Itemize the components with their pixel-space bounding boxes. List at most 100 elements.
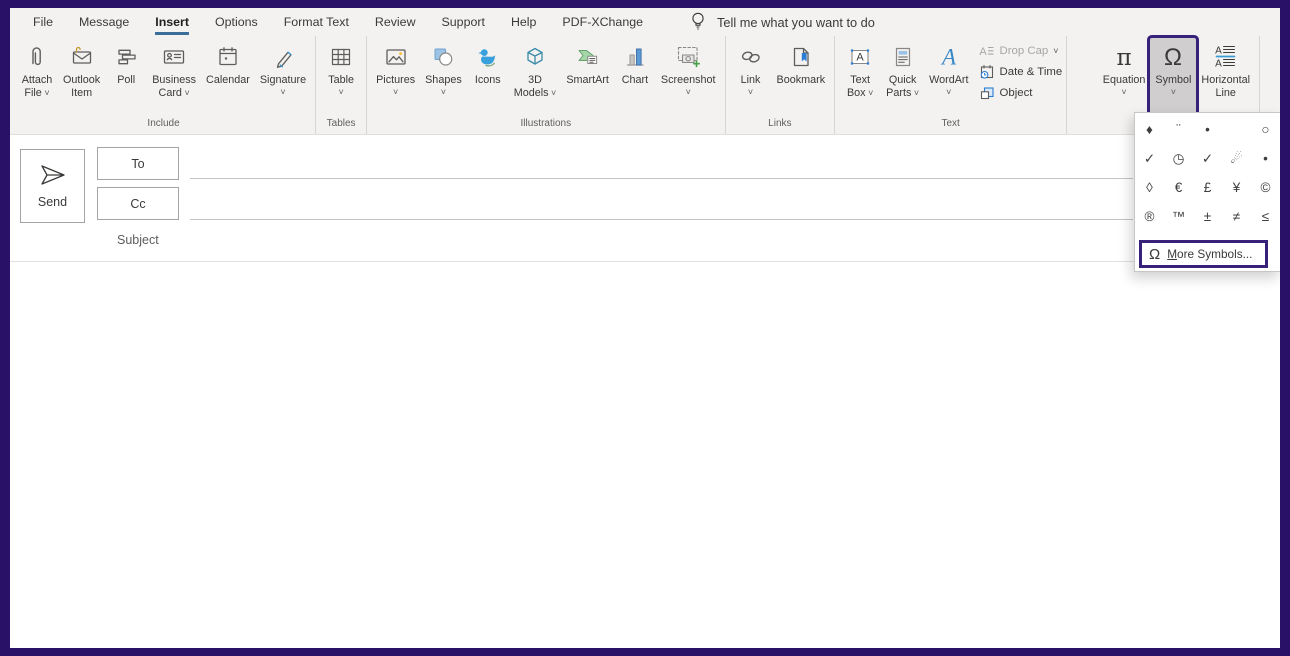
symbol-cell[interactable]: ◷ <box>1164 144 1193 173</box>
annotation-frame-right <box>1280 0 1290 656</box>
symbol-cell[interactable]: ♦ <box>1135 115 1164 144</box>
tab-message[interactable]: Message <box>66 8 142 36</box>
symbol-cell[interactable]: € <box>1164 173 1193 202</box>
business-card-icon <box>159 42 189 72</box>
ribbon-button-poll[interactable]: Poll <box>105 38 147 116</box>
svg-text:A: A <box>1215 59 1222 70</box>
subject-field[interactable]: Subject <box>117 233 159 247</box>
symbol-cell[interactable]: £ <box>1193 173 1222 202</box>
tab-pdf-xchange[interactable]: PDF-XChange <box>549 8 656 36</box>
ribbon-button-business-card[interactable]: BusinessCard ˅ <box>147 38 201 116</box>
symbol-cell[interactable]: ○ <box>1251 115 1280 144</box>
ribbon: AttachFile ˅OutlookItemPollBusinessCard … <box>10 36 1280 135</box>
ribbon-group-text: ATextBox ˅QuickParts ˅AWordArt˅ADrop Cap… <box>835 36 1067 134</box>
quick-parts-icon <box>888 42 918 72</box>
ribbon-button-shapes[interactable]: Shapes˅ <box>420 38 467 116</box>
tab-file[interactable]: File <box>20 8 66 36</box>
symbol-cell[interactable]: • <box>1251 144 1280 173</box>
annotation-frame-top <box>0 0 1290 8</box>
symbol-cell-empty <box>1222 115 1251 144</box>
object-icon <box>979 85 995 101</box>
button-label: Equation˅ <box>1103 74 1146 97</box>
ribbon-button-bookmark[interactable]: Bookmark <box>772 38 831 116</box>
ribbon-button-quick-parts[interactable]: QuickParts ˅ <box>881 38 924 116</box>
tab-review[interactable]: Review <box>362 8 429 36</box>
paperclip-icon <box>22 42 52 72</box>
symbol-cell[interactable]: © <box>1251 173 1280 202</box>
chart-icon <box>620 42 650 72</box>
ribbon-button-equation[interactable]: πEquation˅ <box>1098 38 1151 116</box>
ribbon-button-wordart[interactable]: AWordArt˅ <box>924 38 973 116</box>
ribbon-button-screenshot[interactable]: Screenshot˅ <box>656 38 721 116</box>
svg-text:A: A <box>856 52 864 64</box>
outlook-item-icon <box>67 42 97 72</box>
send-icon <box>39 164 67 186</box>
table-icon <box>326 42 356 72</box>
ribbon-button-text-box[interactable]: ATextBox ˅ <box>839 38 881 116</box>
send-button[interactable]: Send <box>20 149 85 223</box>
group-label-text: Text <box>839 116 1062 134</box>
ribbon-button-pictures[interactable]: Pictures˅ <box>371 38 420 116</box>
tell-me-box[interactable]: Tell me what you want to do <box>690 8 875 36</box>
symbol-cell[interactable]: ◊ <box>1135 173 1164 202</box>
symbol-dropdown-menu: ♦¨•○✓◷✓☄•◊€£¥©®™±≠≤ Ω More Symbols... <box>1134 112 1281 272</box>
symbol-cell[interactable]: ≤ <box>1251 202 1280 231</box>
more-symbols-button[interactable]: Ω More Symbols... <box>1139 240 1268 268</box>
cc-input[interactable] <box>190 219 1133 220</box>
shapes-icon <box>428 42 458 72</box>
group-label-links: Links <box>730 116 831 134</box>
subject-label: Subject <box>117 233 159 247</box>
ribbon-button-table[interactable]: Table˅ <box>320 38 362 116</box>
ribbon-button-link[interactable]: Link˅ <box>730 38 772 116</box>
tab-help[interactable]: Help <box>498 8 549 36</box>
tab-support[interactable]: Support <box>429 8 498 36</box>
symbol-cell[interactable]: ® <box>1135 202 1164 231</box>
ribbon-button-symbol[interactable]: ΩSymbol˅ <box>1150 38 1196 116</box>
ribbon-group-links: Link˅BookmarkLinks <box>726 36 836 134</box>
button-label: Screenshot˅ <box>661 74 716 97</box>
ribbon-button-chart[interactable]: Chart <box>614 38 656 116</box>
to-button[interactable]: To <box>97 147 179 180</box>
ribbon-button-smartart[interactable]: SmartArt <box>561 38 614 116</box>
poll-icon <box>111 42 141 72</box>
tab-insert[interactable]: Insert <box>142 8 202 36</box>
ribbon-button-date-time[interactable]: Date & Time <box>979 64 1063 80</box>
ribbon-button-horizontal-line[interactable]: AAHorizontalLine <box>1196 38 1255 116</box>
ribbon-group-illustrations: Pictures˅Shapes˅Icons3DModels ˅ SmartArt C… <box>367 36 725 134</box>
date-time-icon <box>979 64 995 80</box>
text-box-icon: A <box>845 42 875 72</box>
ribbon-button-object[interactable]: Object <box>979 85 1063 101</box>
symbol-cell[interactable]: ☄ <box>1222 144 1251 173</box>
ribbon-tab-bar: FileMessageInsertOptionsFormat TextRevie… <box>10 8 1280 36</box>
symbol-cell[interactable]: ± <box>1193 202 1222 231</box>
tab-options[interactable]: Options <box>202 8 271 36</box>
button-label: SmartArt <box>566 74 609 87</box>
button-label: AttachFile ˅ <box>22 74 53 100</box>
symbol-cell[interactable]: ✓ <box>1135 144 1164 173</box>
symbol-cell[interactable]: • <box>1193 115 1222 144</box>
ribbon-button-signature[interactable]: Signature˅ <box>255 38 311 116</box>
recent-symbols-grid: ♦¨•○✓◷✓☄•◊€£¥©®™±≠≤ <box>1135 113 1280 231</box>
ribbon-button-calendar[interactable]: Calendar <box>201 38 255 116</box>
ribbon-button-3d-models[interactable]: 3DModels ˅ <box>509 38 562 116</box>
symbol-cell[interactable]: ™ <box>1164 202 1193 231</box>
symbol-cell[interactable]: ¨ <box>1164 115 1193 144</box>
small-button-stack: ADrop Cap˅Date & TimeObject <box>979 38 1063 116</box>
ribbon-button-attach-file[interactable]: AttachFile ˅ <box>16 38 58 116</box>
tab-format-text[interactable]: Format Text <box>271 8 362 36</box>
send-label: Send <box>38 195 67 209</box>
svg-text:A: A <box>940 45 957 70</box>
symbol-cell[interactable]: ≠ <box>1222 202 1251 231</box>
button-label: Drop Cap <box>1000 45 1049 57</box>
message-body[interactable] <box>10 262 1280 648</box>
button-label: BusinessCard ˅ <box>152 74 196 100</box>
screenshot-icon <box>673 42 703 72</box>
symbol-cell[interactable]: ✓ <box>1193 144 1222 173</box>
ribbon-button-outlook-item[interactable]: OutlookItem <box>58 38 105 116</box>
button-label: Object <box>1000 87 1033 99</box>
symbol-cell[interactable]: ¥ <box>1222 173 1251 202</box>
to-input[interactable] <box>190 178 1133 179</box>
to-label: To <box>131 157 144 171</box>
cc-button[interactable]: Cc <box>97 187 179 220</box>
ribbon-button-icons[interactable]: Icons <box>467 38 509 116</box>
